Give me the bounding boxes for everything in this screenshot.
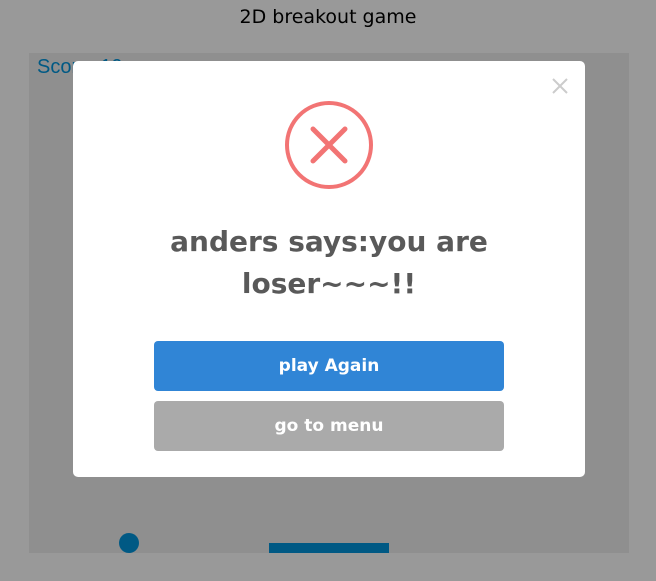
error-x-icon xyxy=(285,101,373,189)
modal-overlay: anders says:you are loser~~~!! play Agai… xyxy=(0,0,656,581)
game-over-dialog: anders says:you are loser~~~!! play Agai… xyxy=(73,61,585,477)
close-icon[interactable] xyxy=(545,71,575,101)
game-over-message: anders says:you are loser~~~!! xyxy=(170,225,488,300)
play-again-button[interactable]: play Again xyxy=(154,341,504,391)
go-to-menu-button[interactable]: go to menu xyxy=(154,401,504,451)
